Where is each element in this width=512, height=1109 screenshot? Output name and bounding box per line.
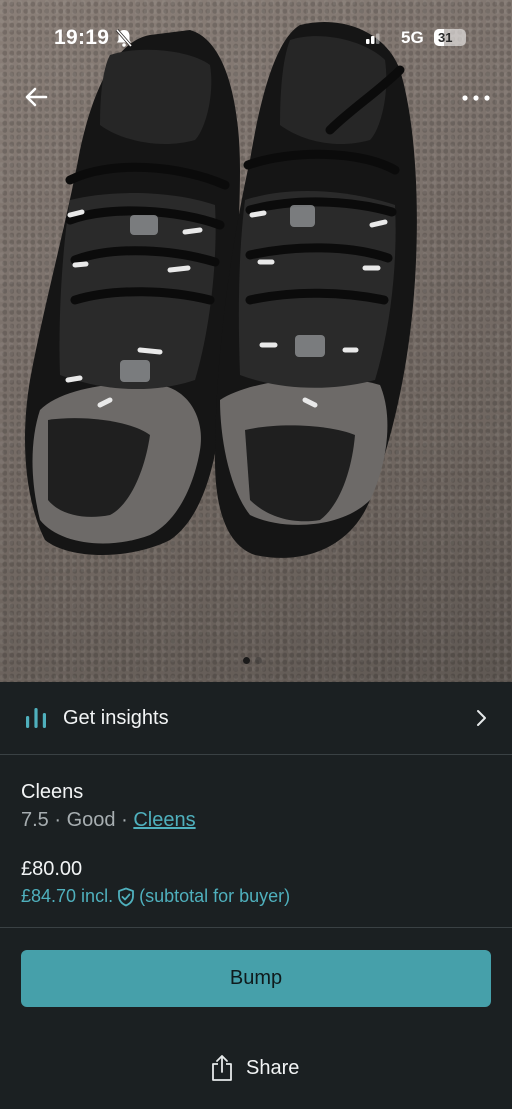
item-photo[interactable]: 19:19 5G 31 xyxy=(0,0,512,682)
item-details: Cleens 7.5 · Good · Cleens £80.00 £84.70… xyxy=(0,756,512,928)
item-title: Cleens xyxy=(21,781,84,803)
price-incl: £84.70 incl. xyxy=(21,886,114,906)
signal-icon xyxy=(366,33,380,44)
get-insights-row[interactable]: Get insights xyxy=(0,682,512,755)
pagination-dot xyxy=(255,657,262,664)
meta-separator: · xyxy=(121,809,128,831)
bump-button[interactable]: Bump xyxy=(21,950,491,1007)
more-dots-icon[interactable] xyxy=(458,86,494,110)
meta-separator: · xyxy=(54,809,62,831)
subtotal-note: (subtotal for buyer) xyxy=(139,886,291,906)
share-icon xyxy=(212,1055,232,1081)
bar-chart-icon xyxy=(26,708,46,728)
status-time: 19:19 xyxy=(54,26,110,49)
share-label: Share xyxy=(246,1056,300,1079)
network-type: 5G xyxy=(401,28,424,47)
get-insights-label: Get insights xyxy=(63,707,169,729)
item-price: £80.00 xyxy=(21,858,83,880)
shield-check-icon xyxy=(118,887,134,906)
share-button[interactable]: Share xyxy=(210,1052,299,1084)
chevron-right-icon xyxy=(477,710,486,726)
back-arrow-icon[interactable] xyxy=(22,83,50,111)
status-bar: 19:19 5G 31 xyxy=(0,24,512,54)
battery-icon: 31 xyxy=(434,29,466,46)
item-meta: 7.5 · Good · Cleens xyxy=(21,809,196,832)
battery-level: 31 xyxy=(438,30,453,45)
buyer-protection-price[interactable]: £84.70 incl. (subtotal for buyer) xyxy=(21,886,290,907)
item-brand-link[interactable]: Cleens xyxy=(133,809,195,831)
bell-muted-icon xyxy=(115,29,133,47)
item-size: 7.5 xyxy=(21,809,49,831)
shoes-photo xyxy=(25,22,417,558)
pagination-dot-active xyxy=(243,657,250,664)
item-condition: Good xyxy=(66,809,116,831)
photo-pagination xyxy=(243,651,267,669)
